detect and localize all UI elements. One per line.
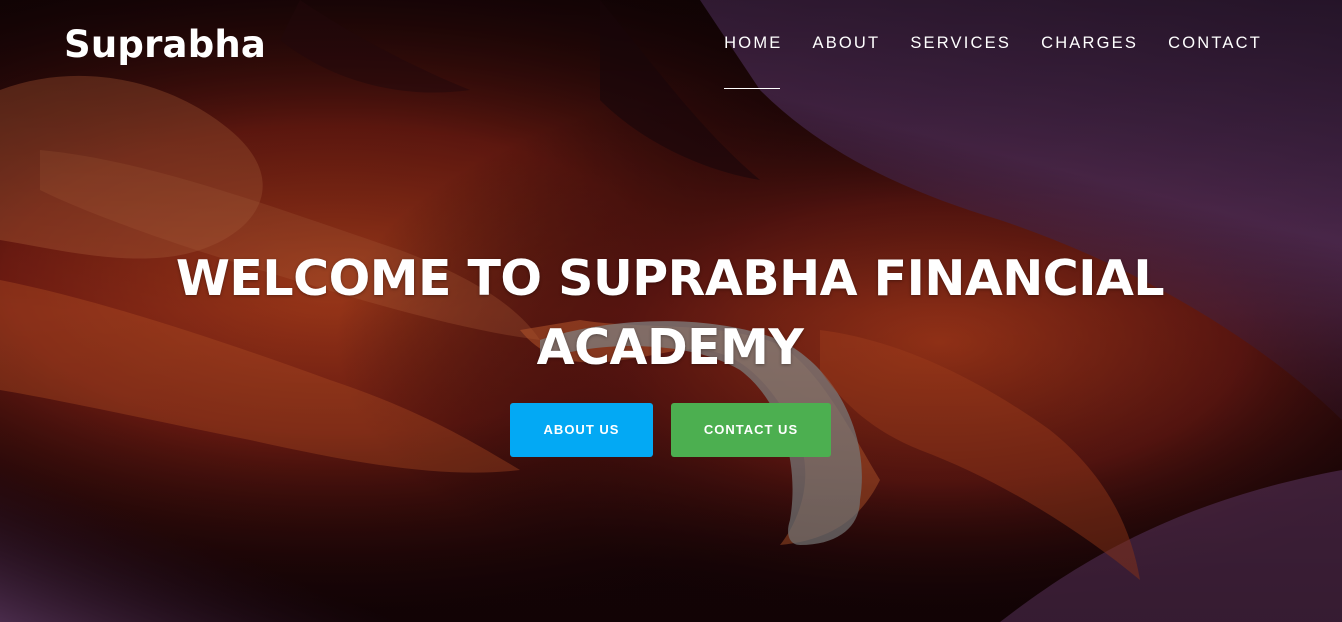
brand-logo[interactable]: Suprabha: [64, 20, 266, 70]
hero-headline-line-2: ACADEMY: [536, 319, 804, 376]
hero-section: Suprabha HOME ABOUT SERVICES CHARGES CON…: [0, 0, 1342, 622]
nav-contact[interactable]: CONTACT: [1168, 30, 1262, 90]
contact-us-button[interactable]: CONTACT US: [671, 403, 831, 457]
site-header: Suprabha HOME ABOUT SERVICES CHARGES CON…: [0, 0, 1342, 100]
hero-headline-line-1: WELCOME TO SUPRABHA FINANCIAL: [175, 250, 1165, 307]
nav-home[interactable]: HOME: [724, 30, 782, 90]
main-navigation: HOME ABOUT SERVICES CHARGES CONTACT: [694, 30, 1262, 90]
nav-about[interactable]: ABOUT: [812, 30, 880, 90]
nav-services[interactable]: SERVICES: [910, 30, 1011, 90]
hero-headline: WELCOME TO SUPRABHA FINANCIAL ACADEMY: [170, 244, 1170, 382]
nav-charges[interactable]: CHARGES: [1041, 30, 1138, 90]
about-us-button[interactable]: ABOUT US: [510, 403, 653, 457]
